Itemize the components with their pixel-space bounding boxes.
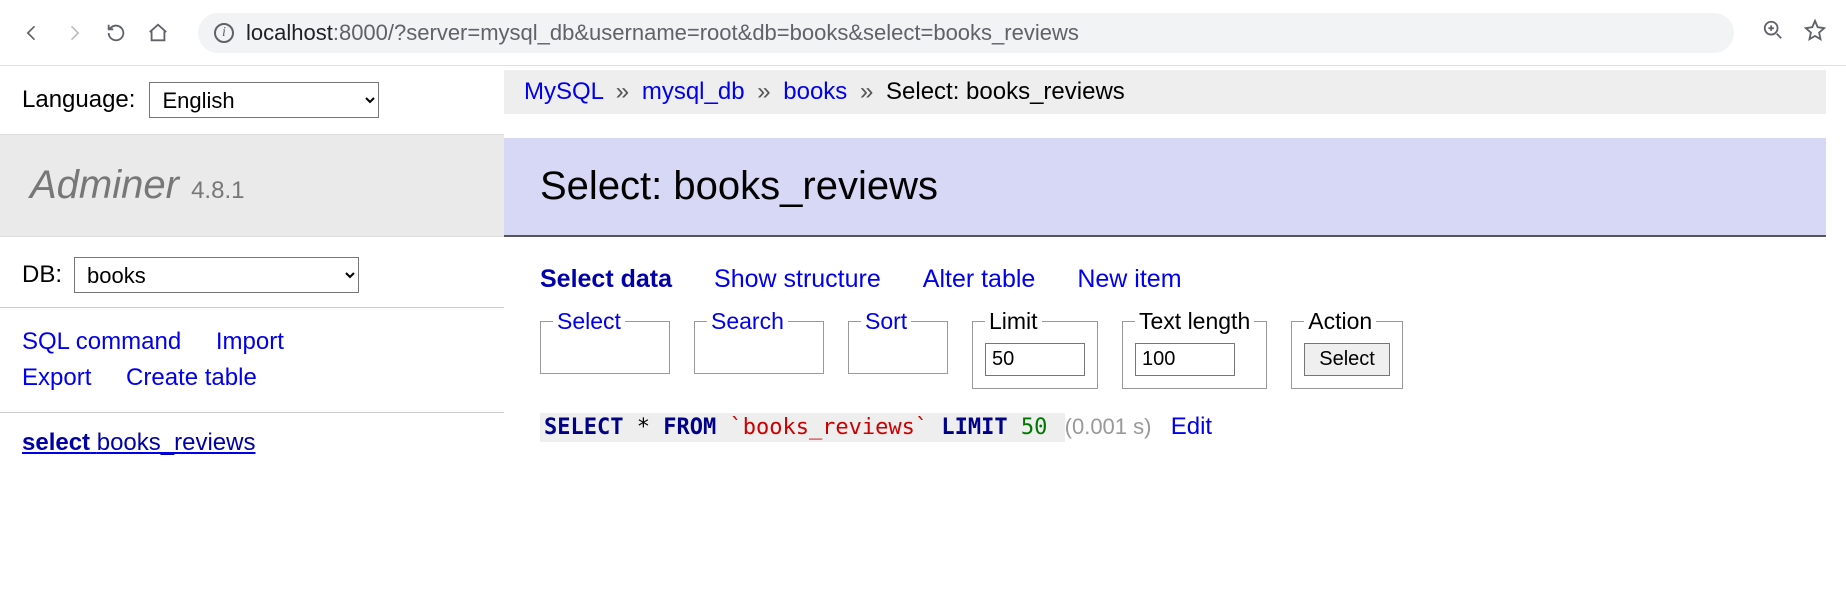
textlength-legend: Text length xyxy=(1135,308,1254,335)
language-select[interactable]: English xyxy=(149,82,379,118)
tab-select-data[interactable]: Select data xyxy=(540,265,672,294)
address-bar[interactable]: i localhost:8000/?server=mysql_db&userna… xyxy=(198,13,1734,53)
create-table-link[interactable]: Create table xyxy=(126,364,257,391)
limit-legend: Limit xyxy=(985,308,1042,335)
tables-list: select books_reviews xyxy=(0,413,504,473)
tab-show-structure[interactable]: Show structure xyxy=(714,265,881,294)
sql-command-link[interactable]: SQL command xyxy=(22,328,181,355)
sidebar-links: SQL command Import Export Create table xyxy=(0,308,504,413)
limit-input[interactable] xyxy=(985,343,1085,376)
language-label: Language: xyxy=(22,86,135,114)
db-select[interactable]: books xyxy=(74,257,359,293)
sql-code: SELECT * FROM `books_reviews` LIMIT 50 xyxy=(540,413,1065,442)
search-legend[interactable]: Search xyxy=(707,308,788,335)
sql-query-row: SELECT * FROM `books_reviews` LIMIT 50 (… xyxy=(504,409,1826,445)
select-legend[interactable]: Select xyxy=(553,308,625,335)
tab-new-item[interactable]: New item xyxy=(1077,265,1181,294)
main-content: MySQL » mysql_db » books » Select: books… xyxy=(504,66,1846,473)
db-label: DB: xyxy=(22,261,62,289)
table-row[interactable]: select books_reviews xyxy=(22,429,255,456)
bc-current: Select: books_reviews xyxy=(886,78,1125,105)
logo-block: Adminer 4.8.1 xyxy=(0,134,504,237)
select-fieldset: Select xyxy=(540,308,670,374)
page-title: Select: books_reviews xyxy=(540,164,1790,209)
textlength-fieldset: Text length xyxy=(1122,308,1267,389)
url-text: localhost:8000/?server=mysql_db&username… xyxy=(246,20,1079,46)
tabs-row: Select data Show structure Alter table N… xyxy=(504,237,1826,302)
table-name: books_reviews xyxy=(97,429,256,456)
bc-driver[interactable]: MySQL xyxy=(524,78,603,105)
sort-legend[interactable]: Sort xyxy=(861,308,911,335)
forward-button[interactable] xyxy=(62,21,86,45)
fieldsets-row: Select Search Sort Limit Text length Act… xyxy=(504,302,1826,409)
bookmark-star-icon[interactable] xyxy=(1804,19,1826,47)
bc-server[interactable]: mysql_db xyxy=(642,78,745,105)
app-name: Adminer xyxy=(30,163,179,207)
tab-alter-table[interactable]: Alter table xyxy=(923,265,1036,294)
export-link[interactable]: Export xyxy=(22,364,91,391)
textlength-input[interactable] xyxy=(1135,343,1235,376)
action-fieldset: Action xyxy=(1291,308,1403,389)
action-legend: Action xyxy=(1304,308,1376,335)
browser-toolbar: i localhost:8000/?server=mysql_db&userna… xyxy=(0,0,1846,66)
select-keyword: select xyxy=(22,429,90,456)
site-info-icon[interactable]: i xyxy=(214,23,234,43)
title-banner: Select: books_reviews xyxy=(504,138,1826,237)
zoom-icon[interactable] xyxy=(1762,19,1784,47)
sort-fieldset: Sort xyxy=(848,308,948,374)
app-version: 4.8.1 xyxy=(191,177,244,204)
limit-fieldset: Limit xyxy=(972,308,1098,389)
import-link[interactable]: Import xyxy=(216,328,284,355)
breadcrumb: MySQL » mysql_db » books » Select: books… xyxy=(504,70,1826,114)
reload-button[interactable] xyxy=(104,21,128,45)
select-button[interactable] xyxy=(1304,343,1390,376)
edit-query-link[interactable]: Edit xyxy=(1171,413,1212,440)
back-button[interactable] xyxy=(20,21,44,45)
query-timing: (0.001 s) xyxy=(1065,414,1152,439)
sidebar: Language: English Adminer 4.8.1 DB: book… xyxy=(0,66,504,473)
bc-database[interactable]: books xyxy=(783,78,847,105)
home-button[interactable] xyxy=(146,21,170,45)
search-fieldset: Search xyxy=(694,308,824,374)
